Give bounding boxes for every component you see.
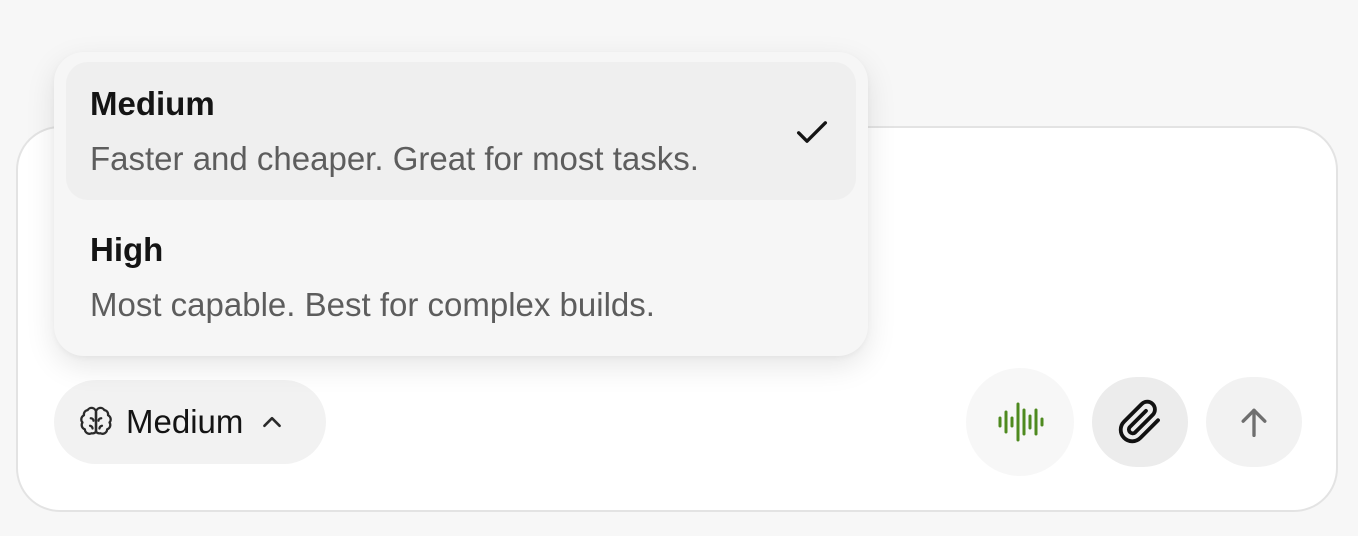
option-title: High <box>90 231 164 268</box>
option-title: Medium <box>90 85 215 122</box>
effort-dropdown-menu: Medium Faster and cheaper. Great for mos… <box>54 52 868 356</box>
option-description: Faster and cheaper. Great for most tasks… <box>90 140 699 177</box>
effort-selector-button[interactable]: Medium <box>54 380 326 464</box>
chevron-up-icon <box>263 416 282 428</box>
send-button[interactable] <box>1206 377 1302 467</box>
effort-selector-label: Medium <box>126 403 244 440</box>
checkmark-icon <box>797 121 827 143</box>
dropdown-option-high[interactable]: High Most capable. Best for complex buil… <box>66 208 856 346</box>
voice-waveform-icon <box>998 402 1044 442</box>
option-description: Most capable. Best for complex builds. <box>90 286 655 323</box>
attach-file-button[interactable] <box>1092 377 1188 467</box>
arrow-up-icon <box>1241 408 1267 437</box>
voice-input-button[interactable] <box>966 368 1074 476</box>
brain-icon <box>80 406 112 435</box>
paperclip-icon <box>1118 399 1160 444</box>
dropdown-option-medium[interactable]: Medium Faster and cheaper. Great for mos… <box>66 62 856 200</box>
